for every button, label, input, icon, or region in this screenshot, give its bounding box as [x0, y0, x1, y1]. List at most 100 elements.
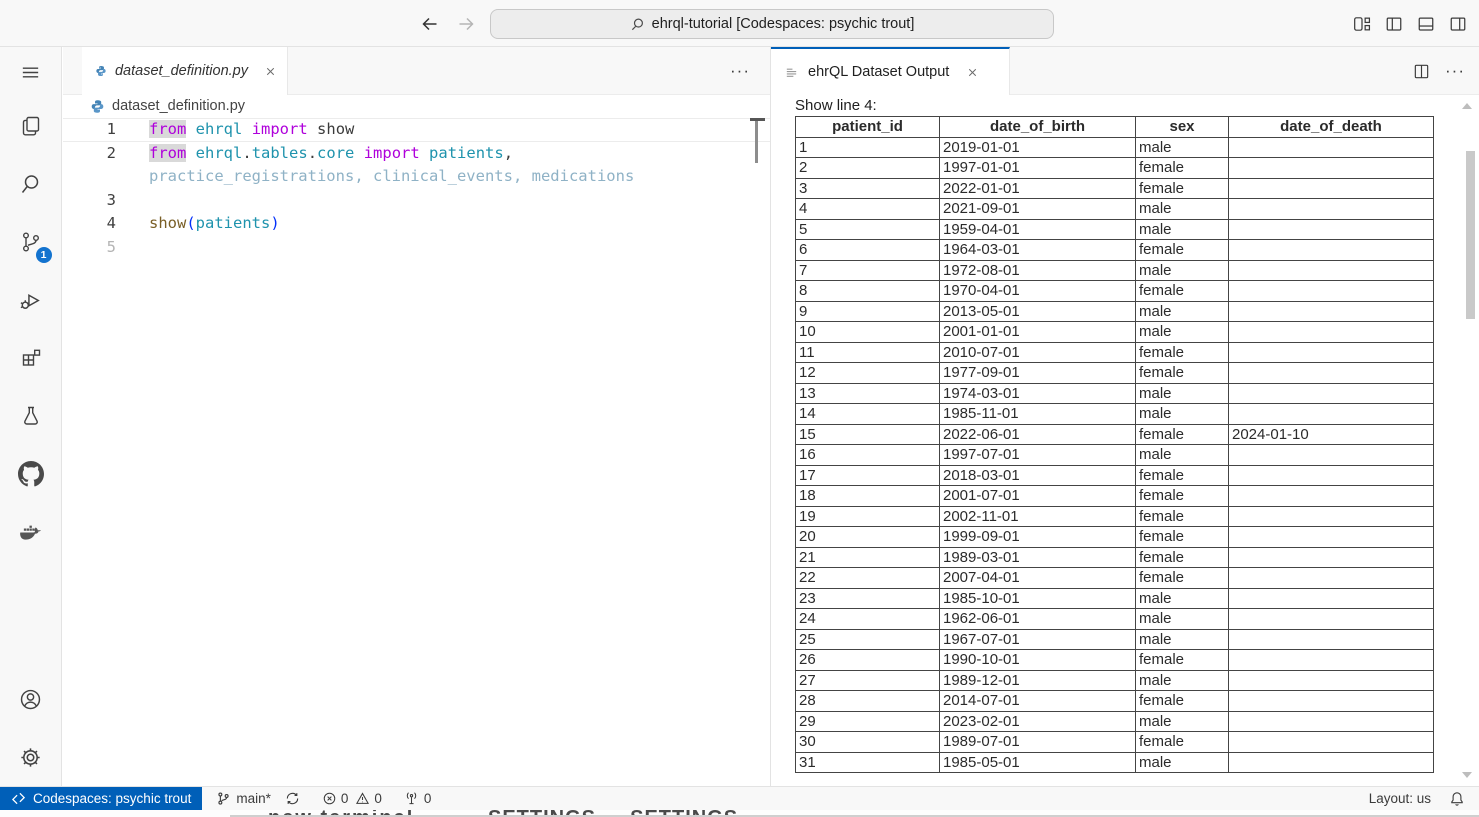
editor-scrollbar[interactable] [755, 121, 758, 163]
code-token: from [149, 144, 186, 162]
table-row: 81970-04-01female [796, 281, 1434, 302]
code-line[interactable]: 4show(patients) [63, 212, 770, 236]
dataset-table: patient_iddate_of_birthsexdate_of_death … [795, 116, 1434, 773]
code-line[interactable]: 2from ehrql.tables.core import patients, [63, 142, 770, 166]
table-cell: female [1136, 281, 1229, 302]
table-cell [1229, 445, 1434, 466]
sidebar-item-testing[interactable] [0, 387, 62, 445]
table-cell: 2001-01-01 [940, 322, 1136, 343]
breadcrumb[interactable]: dataset_definition.py [63, 95, 770, 117]
scroll-up-arrow[interactable] [1462, 103, 1472, 109]
table-cell: 19 [796, 506, 940, 527]
table-row: 201999-09-01female [796, 527, 1434, 548]
table-cell: 1985-11-01 [940, 404, 1136, 425]
settings-button[interactable] [0, 728, 62, 786]
forward-button[interactable] [456, 14, 476, 34]
problems-status-item[interactable]: 0 0 [322, 791, 382, 806]
history-nav [420, 0, 476, 47]
account-button[interactable] [0, 670, 62, 728]
table-cell [1229, 240, 1434, 261]
scroll-down-arrow[interactable] [1462, 772, 1472, 778]
split-editor-button[interactable] [1413, 63, 1430, 80]
sidebar-item-github[interactable] [0, 445, 62, 503]
tab-dataset-definition[interactable]: dataset_definition.py [82, 47, 288, 95]
code-token: . [242, 144, 251, 162]
branch-status-item[interactable]: main* [216, 791, 271, 806]
table-row: 301989-07-01female [796, 732, 1434, 753]
table-cell [1229, 199, 1434, 220]
output-scrollbar-thumb[interactable] [1466, 151, 1475, 319]
toggle-primary-sidebar-button[interactable] [1385, 15, 1403, 33]
customize-layout-button[interactable] [1353, 15, 1371, 33]
gear-icon [18, 745, 43, 770]
table-cell [1229, 219, 1434, 240]
table-cell: 15 [796, 424, 940, 445]
table-cell: 2001-07-01 [940, 486, 1136, 507]
table-row: 141985-11-01male [796, 404, 1434, 425]
warning-count: 0 [374, 791, 382, 806]
sync-status-item[interactable] [285, 791, 300, 806]
table-cell: 2022-06-01 [940, 424, 1136, 445]
branch-label: main* [236, 791, 271, 806]
ports-status-item[interactable]: 0 [404, 791, 432, 806]
sidebar-item-explorer[interactable] [0, 97, 62, 155]
sidebar-item-search[interactable] [0, 155, 62, 213]
menu-icon [19, 61, 42, 84]
table-cell [1229, 404, 1434, 425]
notifications-bell-button[interactable] [1449, 791, 1465, 807]
table-row: 311985-05-01male [796, 752, 1434, 773]
remote-icon [11, 791, 26, 806]
layout-controls [1353, 0, 1467, 47]
toggle-secondary-sidebar-button[interactable] [1449, 15, 1467, 33]
table-cell: 12 [796, 363, 940, 384]
table-cell: 28 [796, 691, 940, 712]
code-line[interactable]: 3 [63, 189, 770, 213]
table-body: 12019-01-01male21997-01-01female32022-01… [796, 137, 1434, 773]
list-lines-icon [784, 65, 799, 80]
layout-status-item[interactable]: Layout: us [1369, 791, 1431, 806]
table-cell: 1999-09-01 [940, 527, 1136, 548]
radio-tower-icon [404, 791, 419, 806]
table-cell [1229, 178, 1434, 199]
table-cell: male [1136, 588, 1229, 609]
sidebar-item-extensions[interactable] [0, 329, 62, 387]
sidebar-item-run-debug[interactable] [0, 271, 62, 329]
table-cell: 1964-03-01 [940, 240, 1136, 261]
code-editor[interactable]: 1from ehrql import show2from ehrql.table… [63, 117, 770, 260]
code-line[interactable]: practice_registrations, clinical_events,… [63, 165, 770, 189]
sidebar-item-docker[interactable] [0, 503, 62, 561]
code-token [308, 120, 317, 138]
remote-indicator[interactable]: Codespaces: psychic trout [0, 787, 202, 810]
table-cell: 18 [796, 486, 940, 507]
table-cell: 5 [796, 219, 940, 240]
breadcrumb-filename: dataset_definition.py [112, 98, 245, 114]
table-cell [1229, 342, 1434, 363]
command-center-search[interactable]: ehrql-tutorial [Codespaces: psychic trou… [490, 9, 1054, 39]
table-cell: male [1136, 301, 1229, 322]
code-token [420, 144, 429, 162]
toggle-panel-button[interactable] [1417, 15, 1435, 33]
back-button[interactable] [420, 14, 440, 34]
remote-label: Codespaces: psychic trout [33, 791, 191, 806]
table-cell: 31 [796, 752, 940, 773]
code-token: patients [196, 214, 271, 232]
back-arrow-icon [420, 14, 440, 34]
table-cell: 2018-03-01 [940, 465, 1136, 486]
code-line[interactable]: 5 [63, 236, 770, 260]
table-cell: female [1136, 486, 1229, 507]
close-output-tab-button[interactable] [966, 66, 979, 79]
editor-more-actions-button[interactable]: ··· [730, 47, 750, 95]
close-tab-button[interactable] [264, 65, 277, 78]
output-more-actions-button[interactable]: ··· [1445, 61, 1465, 81]
code-text: from ehrql import show [149, 118, 354, 142]
table-header-row: patient_iddate_of_birthsexdate_of_death [796, 117, 1434, 138]
table-cell [1229, 650, 1434, 671]
layout-label: Layout: us [1369, 791, 1431, 806]
table-cell: female [1136, 178, 1229, 199]
code-token: tables [252, 144, 308, 162]
code-line[interactable]: 1from ehrql import show [63, 118, 770, 142]
menu-button[interactable] [0, 47, 62, 97]
sidebar-item-source-control[interactable]: 1 [0, 213, 62, 271]
tab-ehrql-dataset-output[interactable]: ehrQL Dataset Output [771, 47, 1010, 95]
table-cell [1229, 629, 1434, 650]
